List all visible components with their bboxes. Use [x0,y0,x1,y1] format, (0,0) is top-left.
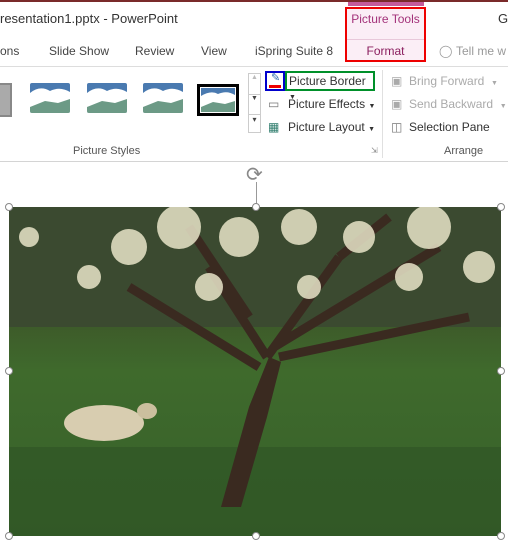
gallery-scroll[interactable]: ▲ ▼ ▾ [248,73,261,133]
picture-layout-icon: ▦ [268,120,280,134]
style-thumb-2[interactable] [87,83,127,113]
dropdown-arrow-icon: ▼ [368,126,375,133]
picture-border-icon[interactable]: ✎ [265,71,285,91]
selected-picture[interactable] [9,207,501,536]
group-divider [382,70,383,158]
bring-forward-icon: ▣ [391,74,403,88]
bring-forward-label: Bring Forward [409,74,485,88]
selection-pane-icon: ◫ [391,120,403,134]
title-bar: resentation1.pptx - PowerPoint G [0,2,508,36]
scroll-up-icon[interactable]: ▲ [249,74,260,94]
tab-format[interactable]: Format [347,44,424,58]
picture-border-button[interactable]: Picture Border ▼ [285,71,375,101]
picture-effects-label: Picture Effects [288,97,366,111]
style-thumb-selected[interactable] [197,84,239,116]
resize-handle-ne[interactable] [497,203,505,211]
tab-animations[interactable]: ons [0,44,19,58]
picture-effects-icon: ▭ [268,97,280,111]
tree-sheep-photo [9,207,501,536]
resize-handle-e[interactable] [497,367,505,375]
send-backward-button[interactable]: Send Backward ▼ [409,97,507,111]
bring-forward-button[interactable]: Bring Forward ▼ [409,74,498,88]
dialog-launcher-icon[interactable]: ⇲ [371,146,378,155]
tab-review[interactable]: Review [135,44,174,58]
picture-tools-format-tab[interactable]: Picture Tools Format [345,7,426,62]
context-band [348,2,424,6]
dropdown-arrow-icon: ▼ [368,103,376,110]
divider [347,39,424,40]
resize-handle-nw[interactable] [5,203,13,211]
style-thumb-3[interactable] [143,83,183,113]
scroll-down-icon[interactable]: ▼ [249,94,260,114]
picture-tools-label: Picture Tools [351,12,420,26]
selection-pane-button[interactable]: Selection Pane [409,120,490,134]
resize-handle-sw[interactable] [5,532,13,540]
tab-ispring[interactable]: iSpring Suite 8 [255,44,333,58]
picture-layout-button[interactable]: Picture Layout ▼ [288,120,375,134]
user-initial[interactable]: G [498,11,508,26]
resize-handle-s[interactable] [252,532,260,540]
tab-view[interactable]: View [201,44,227,58]
send-backward-label: Send Backward [409,97,494,111]
tab-slide-show[interactable]: Slide Show [49,44,109,58]
send-backward-icon: ▣ [391,97,403,111]
picture-styles-label: Picture Styles [73,145,141,157]
rotate-handle-icon[interactable]: ⟳ [246,162,263,187]
more-styles-icon[interactable]: ▾ [249,114,260,132]
style-thumb-0[interactable] [0,83,12,117]
resize-handle-se[interactable] [497,532,505,540]
resize-handle-w[interactable] [5,367,13,375]
resize-handle-n[interactable] [252,203,260,211]
picture-border-label: Picture Border [289,74,366,88]
window-title: resentation1.pptx - PowerPoint [0,11,178,26]
arrange-label: Arrange [444,145,484,157]
style-thumb-1[interactable] [30,83,70,113]
lightbulb-icon: ◯ [439,44,453,58]
tell-me-input[interactable]: Tell me w [456,44,506,58]
picture-layout-label: Picture Layout [288,120,365,134]
picture-effects-button[interactable]: Picture Effects ▼ [288,97,375,111]
